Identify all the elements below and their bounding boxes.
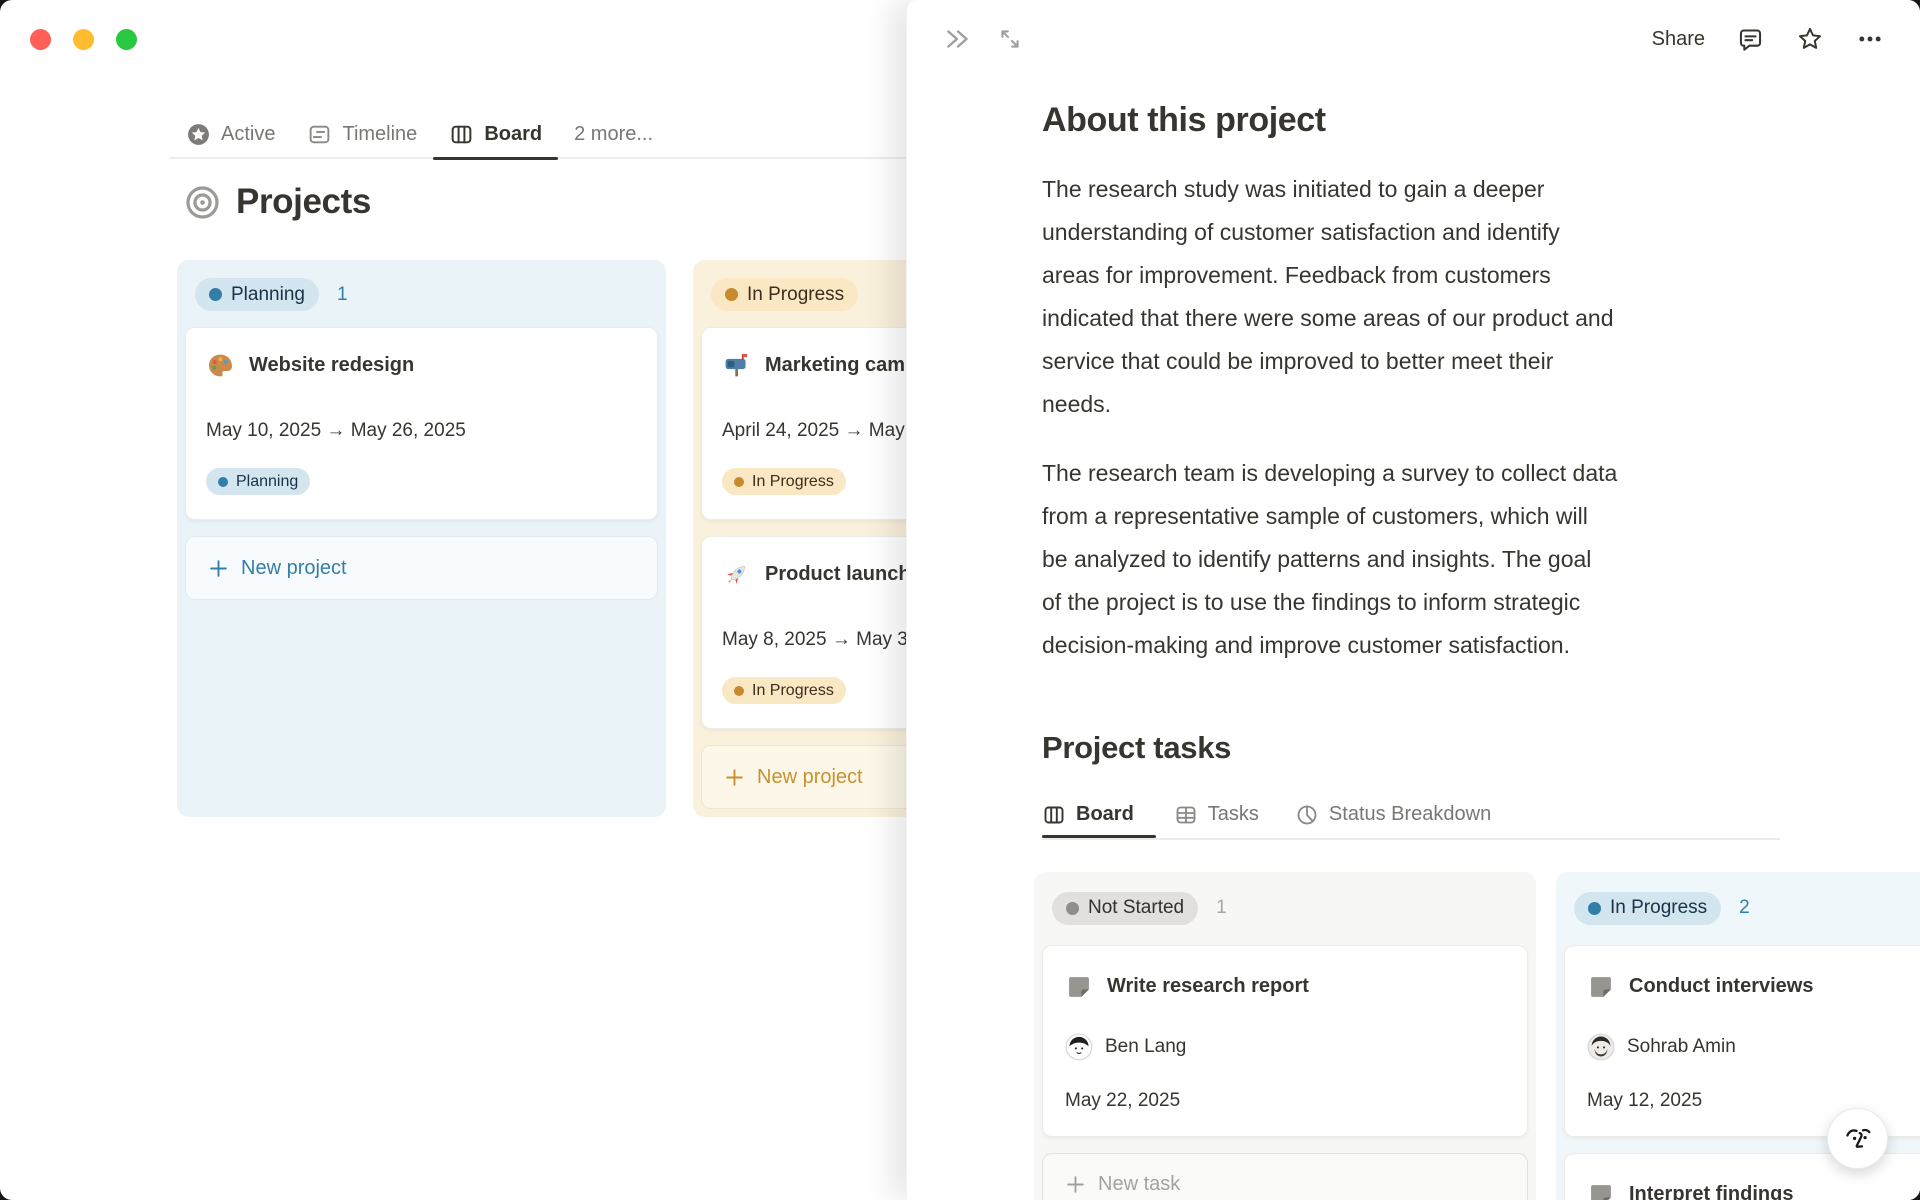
task-card-write-research-report[interactable]: Write research report Ben Lang May 22, 2…	[1042, 944, 1528, 1137]
tab-task-table[interactable]: Tasks	[1156, 791, 1277, 838]
card-title: Conduct interviews	[1629, 975, 1814, 997]
window-controls	[30, 29, 137, 50]
star-circle-icon	[186, 122, 211, 147]
assignee-row: Sohrab Amin	[1587, 1032, 1920, 1062]
task-card-conduct-interviews[interactable]: Conduct interviews Sohrab Amin May 12, 2…	[1564, 944, 1920, 1137]
panel-header: Share	[907, 0, 1920, 78]
column-header: In Progress 2	[1574, 891, 1920, 925]
column-header: Planning 1	[195, 278, 654, 311]
status-dot	[1588, 901, 1601, 915]
column-not-started: Not Started 1 Write research report Ben …	[1034, 871, 1536, 1200]
avatar-sohrab-amin	[1587, 1033, 1615, 1061]
tab-label: Board	[484, 122, 543, 145]
view-tabs: Active Timeline Board 2 more...	[186, 110, 669, 160]
plus-icon	[208, 558, 229, 579]
board-icon	[449, 122, 474, 147]
column-header: Not Started 1	[1052, 891, 1524, 925]
tab-label: Active	[221, 122, 276, 145]
column-count: 2	[1739, 897, 1750, 918]
card-title: Website redesign	[249, 353, 415, 376]
column-count: 1	[336, 283, 348, 305]
card-date: May 12, 2025	[1587, 1089, 1703, 1111]
card-status-tag: In Progress	[722, 677, 846, 704]
tab-status-breakdown[interactable]: Status Breakdown	[1277, 791, 1509, 838]
tab-timeline-view[interactable]: Timeline	[291, 110, 433, 158]
tab-label: Timeline	[342, 122, 418, 145]
status-dot	[734, 685, 744, 696]
status-dot	[209, 288, 222, 301]
tab-task-board[interactable]: Board	[1042, 791, 1156, 838]
mailbox-emoji-icon	[722, 351, 751, 380]
task-board: Not Started 1 Write research report Ben …	[1034, 871, 1920, 1200]
assignee-name: Ben Lang	[1105, 1035, 1187, 1057]
share-button[interactable]: Share	[1652, 28, 1705, 51]
project-card-website-redesign[interactable]: Website redesign May 10, 2025 → May 26, …	[185, 327, 658, 520]
tab-label: 2 more...	[574, 122, 654, 145]
tab-active-view[interactable]: Active	[186, 110, 291, 158]
status-dot	[725, 288, 738, 301]
notion-ai-button[interactable]	[1827, 1108, 1888, 1169]
about-heading: About this project	[1042, 101, 1326, 139]
ai-face-icon	[1841, 1122, 1875, 1156]
plus-icon	[724, 767, 745, 788]
notion-window: Active Timeline Board 2 more... Projects	[0, 0, 1920, 1200]
page-title-row: Projects	[184, 182, 371, 222]
task-tabs-divider	[1042, 838, 1780, 840]
minimize-window-button[interactable]	[73, 29, 94, 50]
more-options-icon[interactable]	[1856, 25, 1884, 53]
zoom-window-button[interactable]	[116, 29, 137, 50]
status-pill-in-progress[interactable]: In Progress	[1574, 891, 1722, 925]
card-status-tag: In Progress	[722, 468, 846, 495]
assignee-row: Ben Lang	[1065, 1032, 1505, 1062]
task-view-tabs: Board Tasks Status Breakdown	[1042, 791, 1802, 838]
table-icon	[1174, 803, 1198, 827]
page-title: Projects	[236, 182, 371, 221]
palette-emoji-icon	[206, 351, 235, 380]
about-paragraph-2: The research team is developing a survey…	[1042, 460, 1618, 658]
double-chevron-right-icon[interactable]	[943, 25, 973, 53]
panel-content: About this project The research study wa…	[1034, 98, 1920, 1200]
tab-more-views[interactable]: 2 more...	[558, 110, 669, 158]
board-icon	[1042, 803, 1066, 827]
note-icon	[1587, 1181, 1615, 1200]
status-dot	[734, 476, 744, 487]
close-window-button[interactable]	[30, 29, 51, 50]
rocket-emoji-icon	[722, 560, 751, 589]
card-date: May 10, 2025 → May 26, 2025	[206, 420, 466, 441]
card-title: Write research report	[1107, 975, 1309, 997]
comment-icon[interactable]	[1737, 26, 1764, 53]
card-status-tag: Planning	[206, 468, 311, 495]
column-count: 1	[1216, 897, 1227, 918]
side-peek-panel: Share About this project The research st…	[906, 0, 1920, 1200]
status-pill-planning[interactable]: Planning	[195, 278, 319, 311]
about-paragraph-1: The research study was initiated to gain…	[1042, 176, 1614, 417]
new-task-button[interactable]: New task	[1042, 1152, 1528, 1200]
status-pill-in-progress[interactable]: In Progress	[711, 278, 859, 311]
timeline-icon	[307, 122, 332, 147]
note-icon	[1587, 973, 1615, 1001]
project-tasks-heading: Project tasks	[1042, 730, 1232, 765]
status-pill-not-started[interactable]: Not Started	[1052, 891, 1199, 925]
card-title: Interpret findings	[1629, 1183, 1794, 1200]
card-date: May 22, 2025	[1065, 1089, 1181, 1111]
card-title: Product launch	[765, 562, 911, 585]
new-project-button[interactable]: New project	[185, 536, 658, 600]
expand-icon[interactable]	[997, 26, 1023, 52]
note-icon	[1065, 973, 1093, 1001]
tab-board-view[interactable]: Board	[433, 110, 558, 160]
pie-chart-icon	[1295, 803, 1319, 827]
status-dot	[218, 476, 228, 487]
avatar-ben-lang	[1065, 1033, 1093, 1061]
status-dot	[1066, 901, 1079, 915]
target-icon	[184, 184, 221, 221]
assignee-name: Sohrab Amin	[1627, 1035, 1736, 1057]
plus-icon	[1065, 1174, 1086, 1195]
favorite-star-icon[interactable]	[1796, 25, 1824, 53]
column-planning: Planning 1 Website redesign May 10, 2025…	[177, 260, 666, 817]
